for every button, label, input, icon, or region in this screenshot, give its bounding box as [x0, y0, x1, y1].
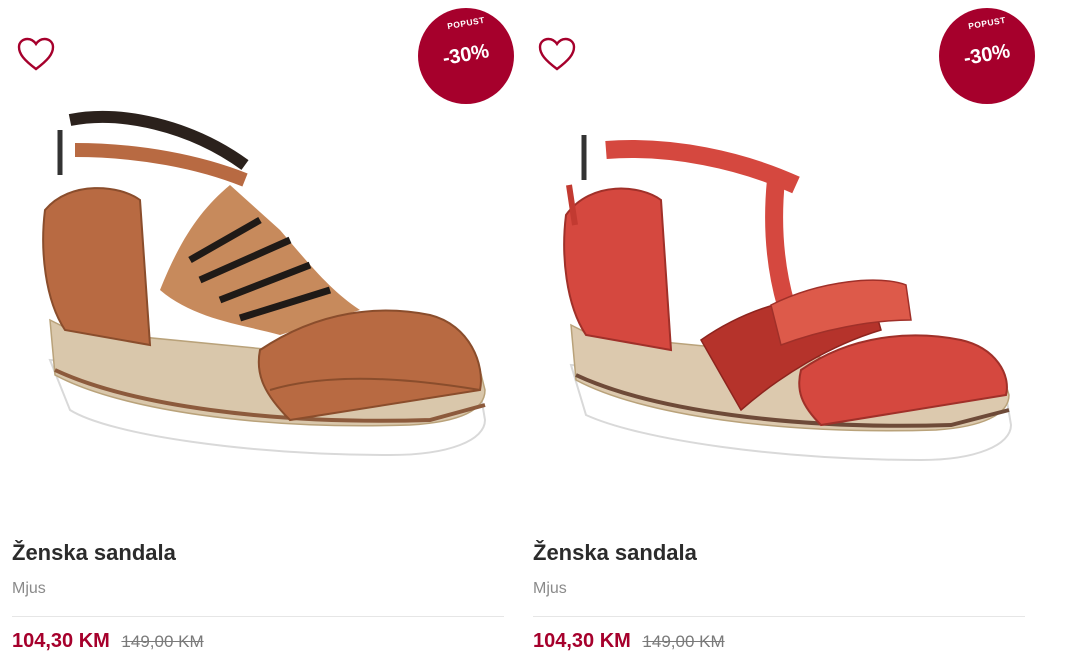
price-row: 104,30 KM 149,00 KM — [12, 630, 204, 653]
old-price: 149,00 KM — [642, 632, 725, 651]
divider — [12, 616, 504, 617]
product-image[interactable] — [551, 90, 1021, 480]
product-brand: Mjus — [533, 580, 567, 597]
badge-discount: -30% — [440, 40, 491, 70]
product-image[interactable] — [30, 90, 500, 480]
product-name[interactable]: Ženska sandala — [12, 540, 176, 566]
product-brand: Mjus — [12, 580, 46, 597]
product-card[interactable]: POPUST -30% Ženska sandala Mjus 104,30 K… — [0, 0, 514, 660]
badge-label: POPUST — [446, 14, 486, 32]
current-price: 104,30 KM — [12, 630, 110, 652]
badge-discount: -30% — [961, 40, 1012, 70]
badge-label: POPUST — [967, 14, 1007, 32]
current-price: 104,30 KM — [533, 630, 631, 652]
price-row: 104,30 KM 149,00 KM — [533, 630, 725, 653]
product-grid: POPUST -30% Ženska sandala Mjus 104,30 K… — [0, 0, 1078, 660]
heart-icon[interactable] — [16, 36, 56, 72]
old-price: 149,00 KM — [121, 632, 204, 651]
heart-icon[interactable] — [537, 36, 577, 72]
divider — [533, 616, 1025, 617]
product-card[interactable]: POPUST -30% Ženska sandala Mjus 104,30 K… — [521, 0, 1035, 660]
product-name[interactable]: Ženska sandala — [533, 540, 697, 566]
